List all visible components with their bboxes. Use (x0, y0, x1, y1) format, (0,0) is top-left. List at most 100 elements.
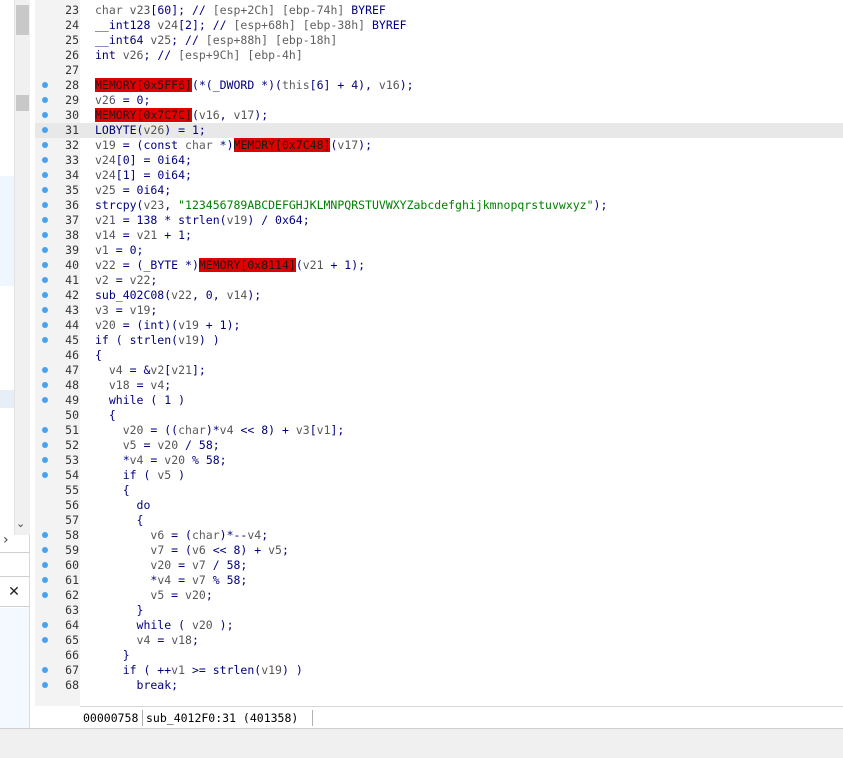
line-number: 47 (65, 363, 79, 377)
code-line[interactable]: 61 *v4 = v7 % 58; (35, 573, 843, 588)
code-line[interactable]: 54 if ( v5 ) (35, 468, 843, 483)
code-line[interactable]: 38 v14 = v21 + 1; (35, 228, 843, 243)
code-line[interactable]: 49 while ( 1 ) (35, 393, 843, 408)
code-line[interactable]: 55 { (35, 483, 843, 498)
divider (0, 576, 29, 577)
line-number: 37 (65, 213, 79, 227)
code-line[interactable]: 44 v20 = (int)(v19 + 1); (35, 318, 843, 333)
line-number: 65 (65, 633, 79, 647)
chevron-down-icon[interactable]: ⌄ (16, 518, 25, 529)
code-text: v14 = v21 + 1; (95, 228, 192, 242)
line-number: 66 (65, 648, 79, 662)
line-number: 32 (65, 138, 79, 152)
left-panel-selection (0, 176, 14, 286)
code-text: { (95, 513, 144, 527)
code-line[interactable]: 23 char v23[60]; // [esp+2Ch] [ebp-74h] B… (35, 3, 843, 18)
window-bottom-bar (0, 728, 843, 758)
line-number: 64 (65, 618, 79, 632)
chevron-right-icon[interactable]: › (3, 533, 9, 547)
code-text: break; (95, 678, 179, 692)
code-line[interactable]: 50 { (35, 408, 843, 423)
code-line[interactable]: 35 v25 = 0i64; (35, 183, 843, 198)
code-line[interactable]: 34 v24[1] = 0i64; (35, 168, 843, 183)
code-line[interactable]: 62 v5 = v20; (35, 588, 843, 603)
code-line[interactable]: 58 v6 = (char)*--v4; (35, 528, 843, 543)
code-line[interactable]: 39 v1 = 0; (35, 243, 843, 258)
line-number: 29 (65, 93, 79, 107)
close-icon[interactable]: ✕ (4, 583, 24, 601)
code-line[interactable]: 64 while ( v20 ); (35, 618, 843, 633)
code-text: v20 = ((char)*v4 << 8) + v3[v1]; (122, 423, 345, 437)
code-text: LOBYTE(v26) = 1; (95, 123, 206, 137)
code-line[interactable]: 43 v3 = v19; (35, 303, 843, 318)
code-line[interactable]: 26 int v26; // [esp+9Ch] [ebp-4h] (35, 48, 843, 63)
code-line[interactable]: 36 strcpy(v23, "123456789ABCDEFGHJKLMNPQR… (35, 198, 843, 213)
code-line[interactable]: 24 __int128 v24[2]; // [esp+68h] [ebp-38h… (35, 18, 843, 33)
code-text: v6 = (char)*--v4; (150, 528, 269, 542)
code-text: v21 = 138 * strlen(v19) / 0x64; (95, 213, 310, 227)
code-line[interactable]: 40 v22 = (_BYTE *)MEMORY[0x8114](v21 + 1)… (35, 258, 843, 273)
left-vertical-scrollbar[interactable] (14, 0, 30, 535)
left-lower-pane (0, 608, 29, 728)
line-number: 43 (65, 303, 79, 317)
code-line[interactable]: 37 v21 = 138 * strlen(v19) / 0x64; (35, 213, 843, 228)
pseudocode-view[interactable]: 23 char v23[60]; // [esp+2Ch] [ebp-74h] B… (35, 3, 843, 693)
code-line[interactable]: 53 *v4 = v20 % 58; (35, 453, 843, 468)
line-number: 61 (65, 573, 79, 587)
code-line[interactable]: 48 v18 = v4; (35, 378, 843, 393)
line-number: 26 (65, 48, 79, 62)
code-line[interactable]: 33 v24[0] = 0i64; (35, 153, 843, 168)
code-status-bar: 00000758 sub_4012F0:31 (401358) (80, 706, 843, 729)
code-line[interactable]: 31 LOBYTE(v26) = 1; (35, 123, 843, 138)
status-location: sub_4012F0:31 (401358) (146, 711, 299, 725)
scroll-thumb-secondary[interactable] (16, 95, 29, 111)
code-line[interactable]: 32 v19 = (const char *)MEMORY[0x7C48](v17… (35, 138, 843, 153)
code-text: *v4 = v20 % 58; (95, 453, 227, 467)
code-text: v1 = 0; (95, 243, 144, 257)
line-number: 35 (65, 183, 79, 197)
code-line[interactable]: 41 v2 = v22; (35, 273, 843, 288)
line-number: 59 (65, 543, 79, 557)
code-line[interactable]: 27 (35, 63, 843, 78)
code-text: v24[0] = 0i64; (95, 153, 192, 167)
code-text: v19 = (const char *)MEMORY[0x7C48](v17); (95, 138, 373, 152)
code-text: v3 = v19; (95, 303, 158, 317)
code-line[interactable]: 66 } (35, 648, 843, 663)
code-text: int v26; // [esp+9Ch] [ebp-4h] (95, 48, 303, 62)
code-line[interactable]: 60 v20 = v7 / 58; (35, 558, 843, 573)
code-line[interactable]: 51 v20 = ((char)*v4 << 8) + v3[v1]; (35, 423, 843, 438)
line-number: 40 (65, 258, 79, 272)
code-line[interactable]: 47 v4 = &v2[v21]; (35, 363, 843, 378)
line-number: 50 (65, 408, 79, 422)
code-line[interactable]: 56 do (35, 498, 843, 513)
line-number: 45 (65, 333, 79, 347)
code-line[interactable]: 42 sub_402C08(v22, 0, v14); (35, 288, 843, 303)
line-number: 28 (65, 78, 79, 92)
code-line[interactable]: 67 if ( ++v1 >= strlen(v19) ) (35, 663, 843, 678)
code-text: v22 = (_BYTE *)MEMORY[0x8114](v21 + 1); (95, 258, 366, 272)
code-line[interactable]: 63 } (35, 603, 843, 618)
code-line[interactable]: 59 v7 = (v6 << 8) + v5; (35, 543, 843, 558)
scroll-thumb[interactable] (16, 5, 29, 35)
code-text: __int128 v24[2]; // [esp+68h] [ebp-38h] … (95, 18, 407, 32)
code-line[interactable]: 29 v26 = 0; (35, 93, 843, 108)
code-line[interactable]: 45 if ( strlen(v19) ) (35, 333, 843, 348)
code-line[interactable]: 65 v4 = v18; (35, 633, 843, 648)
code-line[interactable]: 46 { (35, 348, 843, 363)
code-text: v20 = (int)(v19 + 1); (95, 318, 241, 332)
line-number: 38 (65, 228, 79, 242)
code-line[interactable]: 68 break; (35, 678, 843, 693)
divider (0, 606, 29, 607)
line-number: 49 (65, 393, 79, 407)
code-line[interactable]: 28 MEMORY[0x5FF6](*(_DWORD *)(this[6] + 4… (35, 78, 843, 93)
code-text: v5 = v20; (150, 588, 213, 602)
code-text: if ( strlen(v19) ) (95, 333, 220, 347)
code-line[interactable]: 25 __int64 v25; // [esp+88h] [ebp-18h] (35, 33, 843, 48)
line-number: 24 (65, 18, 79, 32)
divider (312, 710, 313, 726)
line-number: 56 (65, 498, 79, 512)
code-line[interactable]: 30 MEMORY[0x7C7C](v16, v17); (35, 108, 843, 123)
code-line[interactable]: 52 v5 = v20 / 58; (35, 438, 843, 453)
line-number: 42 (65, 288, 79, 302)
code-line[interactable]: 57 { (35, 513, 843, 528)
